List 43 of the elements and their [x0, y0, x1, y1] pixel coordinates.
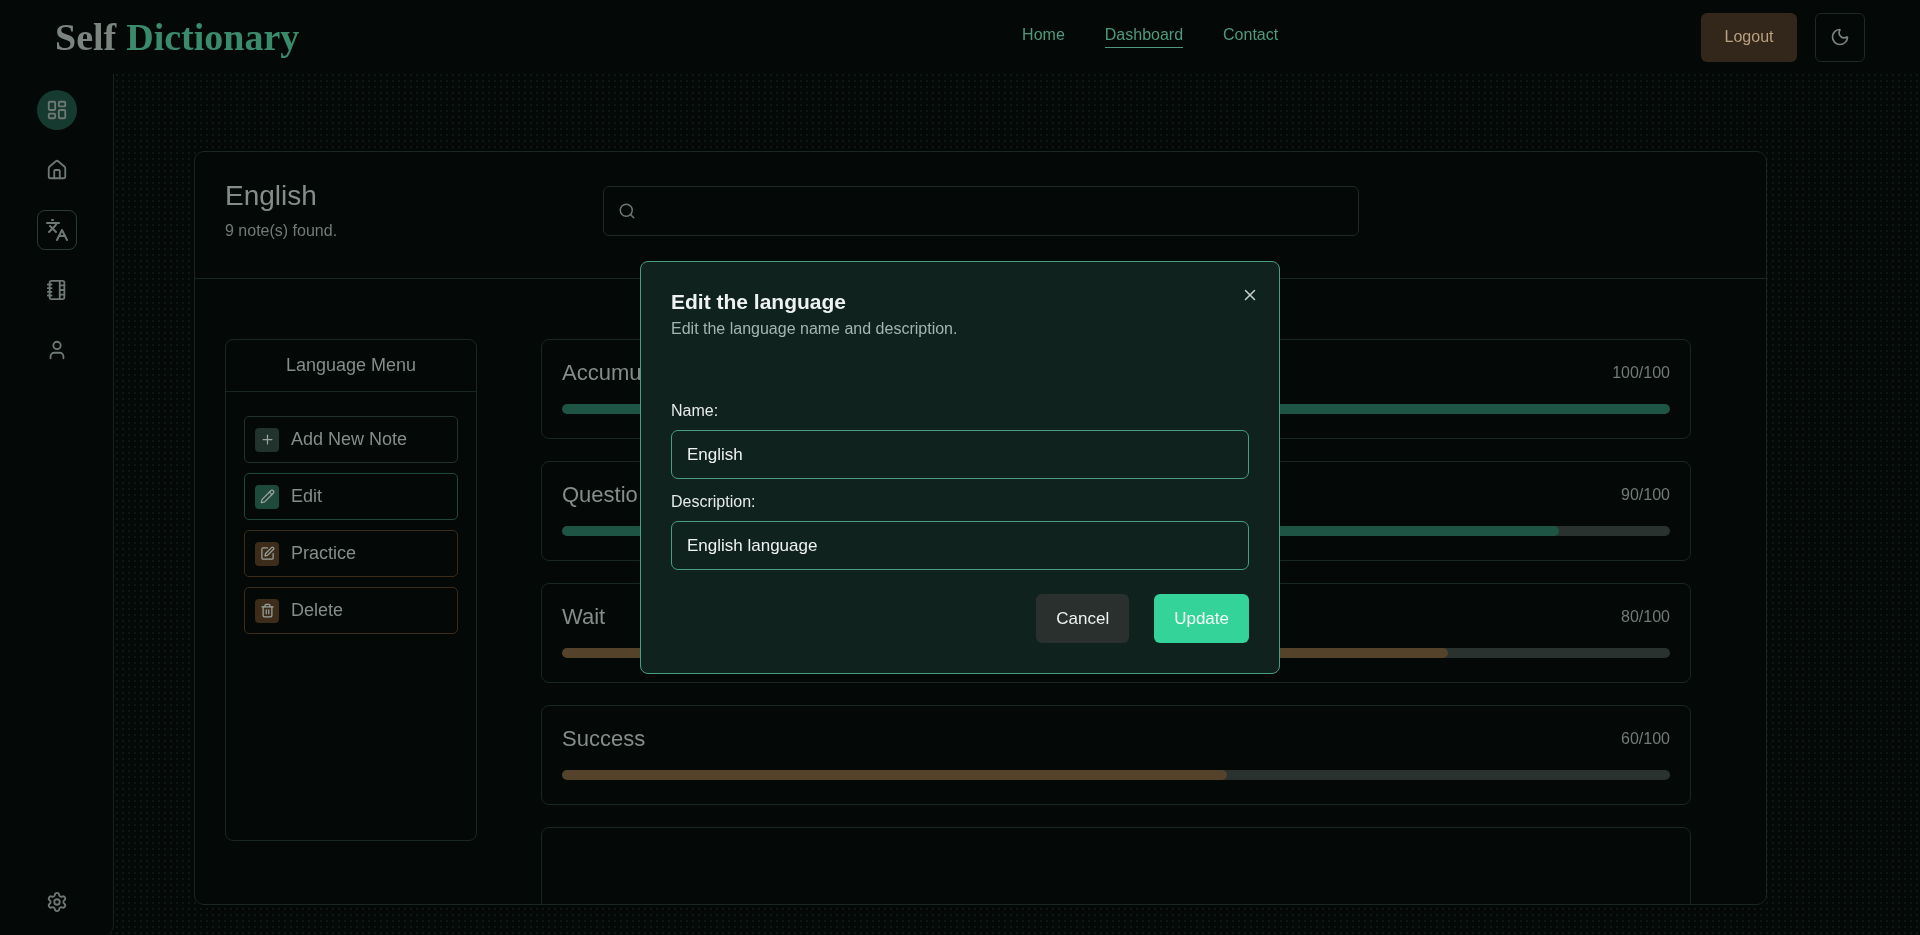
note-score: 100/100 — [1612, 364, 1670, 382]
pencil-icon — [259, 489, 275, 504]
dashboard-icon — [45, 99, 68, 121]
search-icon — [618, 202, 636, 220]
sidebar-item[interactable] — [36, 90, 77, 130]
note-title: Wait — [562, 604, 606, 630]
search-field[interactable] — [603, 186, 1359, 236]
note-score: 80/100 — [1621, 608, 1670, 626]
field-label: Name: — [671, 402, 720, 420]
text-input[interactable]: English language — [671, 521, 1249, 570]
translate-icon — [44, 218, 69, 242]
nav-link[interactable]: Dashboard — [1104, 26, 1184, 48]
logo: Self Dictionary — [55, 15, 300, 59]
note-score: 90/100 — [1621, 486, 1670, 504]
cancel-button[interactable]: Cancel — [1036, 594, 1130, 643]
note-count: 9 note(s) found. — [225, 222, 339, 240]
field-label: Description: — [671, 493, 757, 511]
pen-square-icon — [259, 546, 275, 561]
text-input[interactable]: English — [671, 430, 1249, 479]
note-title: Accumu — [562, 360, 642, 386]
nav-link[interactable]: Contact — [1223, 26, 1279, 48]
settings-button[interactable] — [45, 891, 68, 913]
settings-icon — [45, 891, 68, 913]
sidebar-item[interactable] — [36, 210, 77, 250]
moon-icon — [1830, 27, 1850, 47]
trash-icon — [259, 603, 275, 618]
dialog-subtitle: Edit the language name and description. — [671, 320, 959, 338]
language-title: English — [225, 180, 318, 212]
logout-button[interactable]: Logout — [1701, 12, 1797, 62]
nav-link[interactable]: Home — [1022, 26, 1065, 48]
home-icon — [45, 159, 68, 181]
note-score: 60/100 — [1621, 730, 1670, 748]
menu-button[interactable]: Add New Note — [244, 416, 458, 463]
menu-button[interactable]: Delete — [244, 587, 458, 634]
theme-toggle-button[interactable] — [1815, 12, 1865, 62]
dialog-title: Edit the language — [671, 290, 847, 314]
note-title: Questio — [562, 482, 638, 508]
note-title: Success — [562, 726, 646, 752]
menu-title: Language Menu — [226, 340, 476, 392]
plus-icon — [259, 432, 275, 447]
menu-button[interactable]: Edit — [244, 473, 458, 520]
menu-button[interactable]: Practice — [244, 530, 458, 577]
notebook-icon — [45, 279, 68, 301]
